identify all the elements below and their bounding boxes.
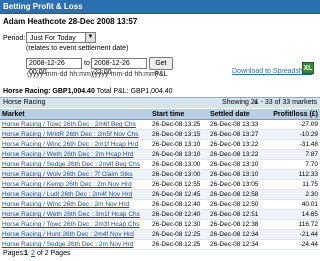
table-row: Horse Racing / Kemp 26th Dec : 2m Nov Hr… xyxy=(0,179,320,190)
table-row: Horse Racing / MrktR 26th Dec : 2m5f Nov… xyxy=(0,129,320,140)
market-cell[interactable]: Horse Racing / Ludl 26th Dec : 2m4f Nov … xyxy=(0,189,150,200)
start-cell: 26-Dec-08 12:25 xyxy=(150,239,208,250)
date-from-input[interactable]: 2008-12-26 00:00 xyxy=(26,58,82,76)
settled-cell: 26-Dec-08 13:10 xyxy=(208,159,264,170)
market-cell[interactable]: Horse Racing / Sedge 26th Dec : 2m4f Beg… xyxy=(0,159,150,170)
title-bar: Betting Profit & Loss xyxy=(0,0,320,14)
start-cell: 26-Dec-08 13:10 xyxy=(150,149,208,160)
pl-cell: -24.44 xyxy=(264,239,320,250)
pl-cell: 14.65 xyxy=(264,209,320,220)
period-note: (relates to event settlement date) xyxy=(26,45,129,52)
start-cell: 26-Dec-08 12:45 xyxy=(150,189,208,200)
start-cell: 26-Dec-08 13:10 xyxy=(150,139,208,150)
settled-cell: 26-Dec-08 13:10 xyxy=(208,169,264,180)
table-row: Horse Racing / Sedge 26th Dec : 2m Nov H… xyxy=(0,239,320,250)
pl-cell: -10.29 xyxy=(264,129,320,140)
summary-label: Horse Racing: xyxy=(3,88,51,95)
market-cell[interactable]: Horse Racing / Weth 26th Dec : 2m Hcap H… xyxy=(0,149,150,160)
section-title: Horse Racing xyxy=(3,99,46,106)
start-cell: 26-Dec-08 13:00 xyxy=(150,169,208,180)
start-cell: 26-Dec-08 13:15 xyxy=(150,129,208,140)
start-cell: 26-Dec-08 12:40 xyxy=(150,209,208,220)
pl-cell: 116.72 xyxy=(264,219,320,230)
summary-value: GBP1,004.40 xyxy=(52,88,95,95)
settled-cell: 26-Dec-08 13:33 xyxy=(208,119,264,130)
summary-line: Horse Racing: GBP1,004.40 Total P&L: GBP… xyxy=(3,88,173,95)
page-title: Betting Profit & Loss xyxy=(3,2,83,11)
table-row: Horse Racing / Towc 26th Dec : 2m6f Beg … xyxy=(0,119,320,130)
start-cell: 26-Dec-08 12:55 xyxy=(150,179,208,190)
settled-cell: 26-Dec-08 12:58 xyxy=(208,189,264,200)
start-cell: 26-Dec-08 13:00 xyxy=(150,159,208,170)
get-pl-button[interactable]: Get P&L xyxy=(149,57,173,78)
pl-cell: 7.87 xyxy=(264,149,320,160)
table-row: Horse Racing / Winc 26th Dec : 2m Nov Hr… xyxy=(0,199,320,210)
table-row: Horse Racing / Hunt 26th Dec : 2m4f Nov … xyxy=(0,229,320,240)
pl-cell: -21.44 xyxy=(264,229,320,240)
pages-label: Pages: xyxy=(3,250,25,257)
showing-count: Showing 21 - 33 of 33 markets xyxy=(222,99,317,106)
date-to-label: to xyxy=(84,60,90,67)
settled-cell: 26-Dec-08 13:22 xyxy=(208,139,264,150)
period-select[interactable]: Just For Today ▼ xyxy=(26,32,96,43)
start-cell: 26-Dec-08 12:40 xyxy=(150,199,208,210)
table-header-row: Market Start time Settled date Profit/lo… xyxy=(0,109,320,120)
settled-cell: 26-Dec-08 13:22 xyxy=(208,149,264,160)
market-cell[interactable]: Horse Racing / Towc 26th Dec : 2m3f Hcap… xyxy=(0,219,150,230)
market-cell[interactable]: Horse Racing / Hunt 26th Dec : 2m4f Nov … xyxy=(0,229,150,240)
table-row: Horse Racing / Towc 26th Dec : 2m3f Hcap… xyxy=(0,219,320,230)
settled-cell: 26-Dec-08 12:34 xyxy=(208,229,264,240)
start-cell: 26-Dec-08 13:25 xyxy=(150,119,208,130)
settled-cell: 26-Dec-08 13:05 xyxy=(208,179,264,190)
pl-cell: 40.01 xyxy=(264,199,320,210)
spreadsheet-icon[interactable]: XL xyxy=(302,62,314,74)
market-cell[interactable]: Horse Racing / Weth 26th Dec : 3m1f Hcap… xyxy=(0,209,150,220)
page-current: 1 xyxy=(24,250,28,257)
start-cell: 26-Dec-08 12:25 xyxy=(150,229,208,240)
market-cell[interactable]: Horse Racing / Kemp 26th Dec : 2m Nov Hr… xyxy=(0,179,150,190)
settled-cell: 26-Dec-08 13:27 xyxy=(208,129,264,140)
period-value: Just For Today xyxy=(30,35,76,42)
col-market[interactable]: Market xyxy=(0,109,150,120)
page-next-link[interactable]: 2 xyxy=(31,250,35,257)
download-spreadsheet-link[interactable]: Download to Spreadsheet xyxy=(232,68,313,75)
pl-cell: 11.75 xyxy=(264,179,320,190)
settled-cell: 26-Dec-08 12:51 xyxy=(208,209,264,220)
market-cell[interactable]: Horse Racing / Wolv 26th Dec : 7f Claim … xyxy=(0,169,150,180)
date-format-hint-to: (yyyy-mm-dd hh:mm) xyxy=(92,71,159,78)
table-row: Horse Racing / Sedge 26th Dec : 2m4f Beg… xyxy=(0,159,320,170)
table-row: Horse Racing / Winc 26th Dec : 2m1f Hcap… xyxy=(0,139,320,150)
pages-total: of 2 Pages xyxy=(37,250,71,257)
date-to-input[interactable]: 2008-12-26 22:00 xyxy=(91,58,147,76)
pl-cell: -27.09 xyxy=(264,119,320,130)
market-cell[interactable]: Horse Racing / MrktR 26th Dec : 2m5f Nov… xyxy=(0,129,150,140)
col-start[interactable]: Start time xyxy=(150,109,208,120)
pl-cell: -31.48 xyxy=(264,139,320,150)
user-info: Adam Heathcote 28-Dec 2008 13:57 xyxy=(3,17,138,26)
settled-cell: 26-Dec-08 12:50 xyxy=(208,199,264,210)
table-row: Horse Racing / Weth 26th Dec : 2m Hcap H… xyxy=(0,149,320,160)
pl-table: Market Start time Settled date Profit/lo… xyxy=(0,109,320,250)
settled-cell: 26-Dec-08 12:34 xyxy=(208,239,264,250)
period-label: Period: xyxy=(3,35,26,42)
settled-cell: 26-Dec-08 12:38 xyxy=(208,219,264,230)
table-row: Horse Racing / Weth 26th Dec : 3m1f Hcap… xyxy=(0,209,320,220)
pl-cell: 7.70 xyxy=(264,159,320,170)
market-cell[interactable]: Horse Racing / Sedge 26th Dec : 2m Nov H… xyxy=(0,239,150,250)
start-cell: 26-Dec-08 12:30 xyxy=(150,219,208,230)
col-settled[interactable]: Settled date xyxy=(208,109,264,120)
pl-cell: 2.30 xyxy=(264,189,320,200)
pl-cell: 112.33 xyxy=(264,169,320,180)
col-pl[interactable]: Profit/loss (£) xyxy=(264,109,320,120)
market-cell[interactable]: Horse Racing / Towc 26th Dec : 2m6f Beg … xyxy=(0,119,150,130)
chevron-down-icon[interactable]: ▼ xyxy=(85,33,95,42)
table-row: Horse Racing / Wolv 26th Dec : 7f Claim … xyxy=(0,169,320,180)
table-row: Horse Racing / Ludl 26th Dec : 2m4f Nov … xyxy=(0,189,320,200)
summary-total: Total P&L: GBP1,004.40 xyxy=(96,88,173,95)
market-cell[interactable]: Horse Racing / Winc 26th Dec : 2m Nov Hr… xyxy=(0,199,150,210)
market-cell[interactable]: Horse Racing / Winc 26th Dec : 2m1f Hcap… xyxy=(0,139,150,150)
date-format-hint-from: (yyyy-mm-dd hh:mm) xyxy=(27,71,94,78)
